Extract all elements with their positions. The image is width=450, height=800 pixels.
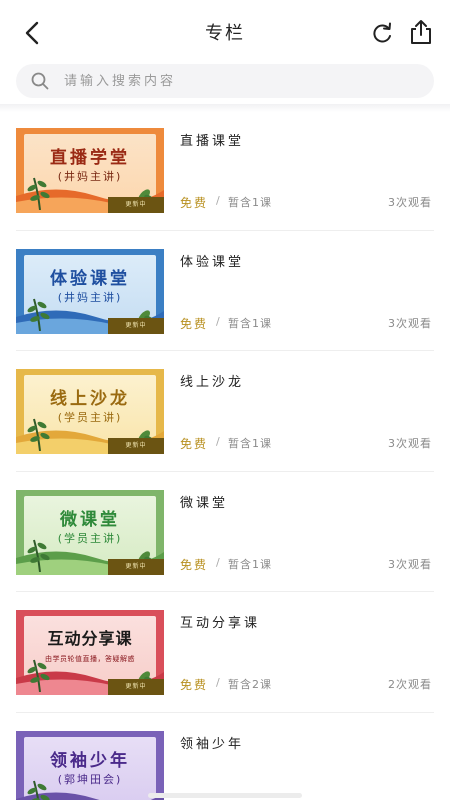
- course-title: 直播课堂: [180, 134, 245, 149]
- price-label: 免费: [180, 196, 209, 210]
- view-count: 2次观看: [388, 678, 432, 691]
- refresh-button[interactable]: [368, 19, 396, 47]
- course-list: 直播学堂 (井妈主讲) 更新中 直播课堂 免费 / 暂含1课 3次观看 体验课堂…: [0, 110, 450, 800]
- cover-title: 线上沙龙: [50, 389, 130, 409]
- view-count: 3次观看: [388, 557, 432, 571]
- separator: /: [216, 435, 220, 448]
- course-item[interactable]: 直播学堂 (井妈主讲) 更新中 直播课堂 免费 / 暂含1课 3次观看: [0, 110, 450, 231]
- refresh-icon: [373, 22, 391, 43]
- lesson-count: 暂含1课: [228, 196, 272, 209]
- course-title: 线上沙龙: [180, 375, 245, 390]
- search-icon: [31, 72, 49, 90]
- cover-title: 微课堂: [60, 509, 120, 530]
- search-input[interactable]: [64, 64, 414, 98]
- course-cover: 线上沙龙 (学员主讲) 更新中: [16, 369, 164, 454]
- course-cover: 微课堂 (学员主讲) 更新中: [16, 489, 164, 575]
- view-count: 3次观看: [388, 316, 432, 330]
- status-badge: 更新中: [108, 197, 164, 213]
- price-label: 免费: [180, 437, 209, 451]
- course-cover: 体验课堂 (井妈主讲) 更新中: [16, 248, 164, 334]
- share-button[interactable]: [406, 17, 436, 47]
- lesson-count: 暂含1课: [228, 557, 272, 571]
- cover-subtitle: (郭坤田会): [57, 772, 123, 786]
- course-title: 微课堂: [180, 495, 229, 511]
- course-item[interactable]: 体验课堂 (井妈主讲) 更新中 体验课堂 免费 / 暂含1课 3次观看: [0, 231, 450, 352]
- course-item[interactable]: 互动分享课 由学员轮值直播，答疑解惑 更新中 互动分享课 免费 / 暂含2课 2…: [0, 592, 450, 713]
- cover-subtitle: (井妈主讲): [57, 170, 123, 183]
- course-cover: 直播学堂 (井妈主讲) 更新中: [16, 128, 164, 213]
- course-item[interactable]: 领袖少年 (郭坤田会) 领袖少年: [0, 713, 450, 800]
- cover-subtitle: 由学员轮值直播，答疑解惑: [45, 655, 135, 663]
- lesson-count: 暂含1课: [228, 437, 272, 450]
- lesson-count: 暂含2课: [228, 678, 272, 691]
- course-item[interactable]: 微课堂 (学员主讲) 更新中 微课堂 免费 / 暂含1课 3次观看: [0, 472, 450, 593]
- status-badge: 更新中: [108, 558, 164, 575]
- cover-subtitle: (井妈主讲): [57, 290, 123, 304]
- cover-title: 直播学堂: [50, 148, 130, 168]
- course-cover: 互动分享课 由学员轮值直播，答疑解惑 更新中: [16, 610, 164, 695]
- separator: /: [216, 676, 220, 689]
- status-badge: 更新中: [108, 679, 164, 695]
- lesson-count: 暂含1课: [228, 316, 272, 330]
- cover-subtitle: (学员主讲): [57, 411, 123, 424]
- course-cover: 领袖少年 (郭坤田会): [16, 730, 164, 800]
- course-item[interactable]: 线上沙龙 (学员主讲) 更新中 线上沙龙 免费 / 暂含1课 3次观看: [0, 351, 450, 472]
- price-label: 免费: [180, 316, 209, 331]
- header: 专栏: [0, 0, 450, 62]
- course-title: 领袖少年: [180, 736, 245, 752]
- course-title: 体验课堂: [180, 254, 245, 270]
- separator: /: [216, 194, 220, 207]
- cover-title: 领袖少年: [50, 750, 130, 771]
- cover-subtitle: (学员主讲): [57, 531, 123, 545]
- share-icon: [411, 20, 431, 44]
- search-bar[interactable]: [16, 64, 434, 98]
- separator: /: [216, 314, 220, 328]
- price-label: 免费: [180, 678, 209, 692]
- cover-title: 体验课堂: [50, 268, 130, 289]
- course-title: 互动分享课: [180, 616, 261, 631]
- view-count: 3次观看: [388, 196, 432, 209]
- home-indicator: [148, 793, 302, 798]
- price-label: 免费: [180, 557, 209, 572]
- view-count: 3次观看: [388, 437, 432, 450]
- status-badge: 更新中: [108, 438, 164, 454]
- status-badge: 更新中: [108, 317, 164, 334]
- separator: /: [216, 555, 220, 569]
- cover-title: 互动分享课: [47, 629, 133, 648]
